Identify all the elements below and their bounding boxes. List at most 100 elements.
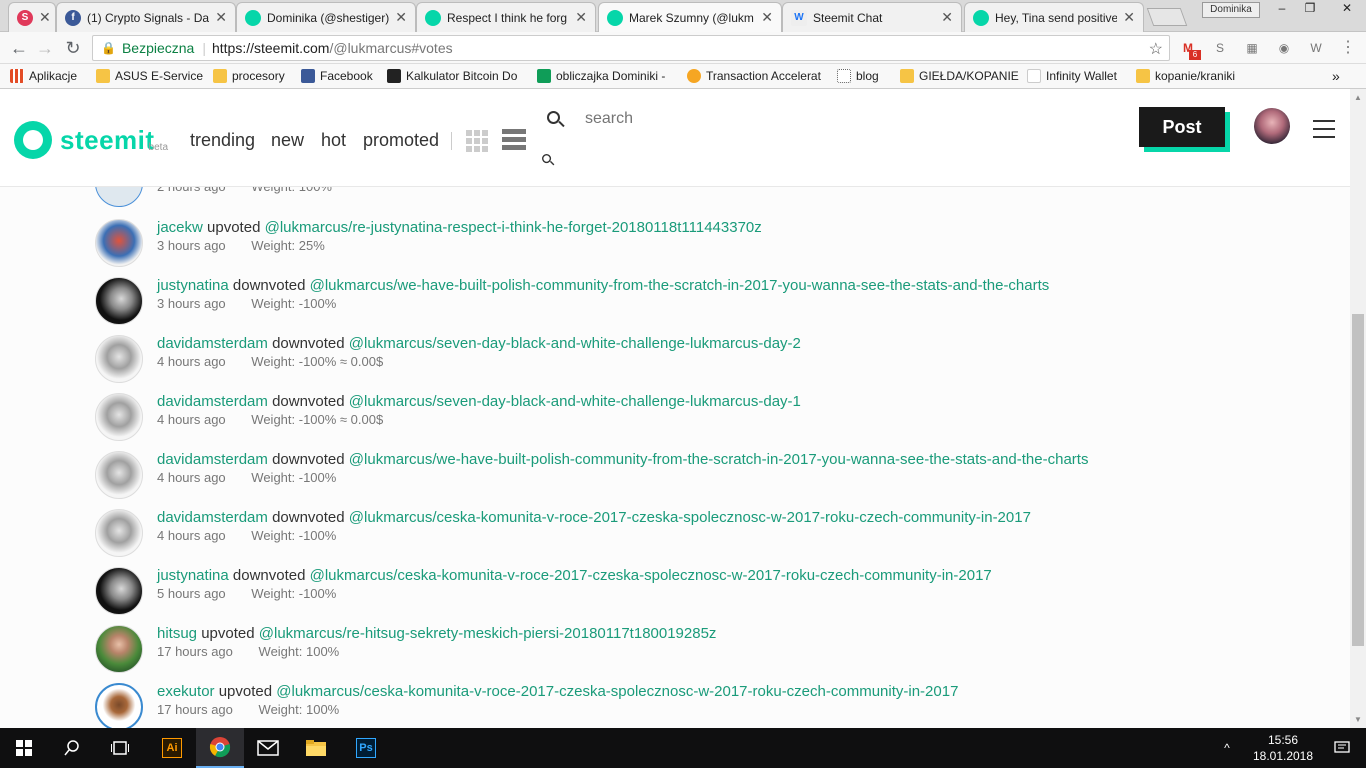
post-permlink[interactable]: @lukmarcus/we-have-built-polish-communit…: [349, 451, 1089, 468]
scrollbar-thumb[interactable]: [1352, 314, 1364, 646]
search-small-icon[interactable]: [542, 154, 556, 168]
steemit-logo[interactable]: steemit beta: [14, 121, 168, 159]
close-icon[interactable]: ✕: [761, 9, 773, 26]
back-icon[interactable]: ←: [8, 37, 30, 59]
apps-grid-icon: [10, 69, 24, 83]
tray-chevron-up-icon[interactable]: ^: [1212, 728, 1242, 768]
close-icon[interactable]: ✕: [395, 9, 407, 26]
bookmark-apps[interactable]: Aplikacje: [10, 68, 77, 84]
close-icon[interactable]: ✕: [941, 9, 953, 26]
reload-icon[interactable]: ↻: [62, 37, 84, 59]
voter-username[interactable]: exekutor: [157, 683, 215, 700]
post-permlink[interactable]: @lukmarcus/we-have-built-polish-communit…: [310, 277, 1050, 294]
bookmark-kopanie[interactable]: kopanie/kraniki: [1136, 68, 1235, 84]
voter-avatar[interactable]: [95, 567, 143, 615]
voter-username[interactable]: justynatina: [157, 277, 229, 294]
bookmark-infinity-wallet[interactable]: Infinity Wallet: [1027, 68, 1117, 84]
windows-start-icon[interactable]: [0, 728, 48, 768]
post-permlink[interactable]: @lukmarcus/ceska-komunita-v-roce-2017-cz…: [310, 567, 992, 584]
tab-steemit-chat[interactable]: W Steemit Chat ✕: [782, 2, 962, 32]
restore-icon[interactable]: ❐: [1296, 0, 1324, 18]
illustrator-icon[interactable]: Ai: [148, 728, 196, 768]
tab-dominika[interactable]: Dominika (@shestiger) ✕: [236, 2, 416, 32]
nav-hot[interactable]: hot: [321, 130, 346, 151]
chrome-icon[interactable]: [196, 728, 244, 768]
post-permlink[interactable]: @lukmarcus/ceska-komunita-v-roce-2017-cz…: [276, 683, 958, 700]
file-explorer-icon[interactable]: [292, 728, 340, 768]
voter-avatar[interactable]: [95, 277, 143, 325]
voter-username[interactable]: davidamsterdam: [157, 335, 268, 352]
forward-icon[interactable]: →: [34, 37, 56, 59]
voter-avatar[interactable]: [95, 393, 143, 441]
post-permlink[interactable]: @lukmarcus/ceska-komunita-v-roce-2017-cz…: [349, 509, 1031, 526]
voter-avatar[interactable]: [95, 509, 143, 557]
bookmark-gielda[interactable]: GIEŁDA/KOPANIE: [900, 68, 1019, 84]
tab-respect[interactable]: Respect I think he forg ✕: [416, 2, 596, 32]
photoshop-icon[interactable]: Ps: [342, 728, 390, 768]
voter-username[interactable]: davidamsterdam: [157, 451, 268, 468]
mail-icon[interactable]: [244, 728, 292, 768]
nav-new[interactable]: new: [271, 130, 304, 151]
search-icon[interactable]: [547, 111, 567, 131]
taskbar-clock[interactable]: 15:56 18.01.2018: [1248, 732, 1318, 764]
vote-action: downvoted: [232, 567, 306, 584]
close-icon[interactable]: ✕: [215, 9, 227, 26]
bookmark-kalkulator[interactable]: Kalkulator Bitcoin Do: [387, 68, 517, 84]
task-view-icon[interactable]: [96, 728, 144, 768]
search-input[interactable]: [585, 107, 885, 131]
voter-username[interactable]: davidamsterdam: [157, 509, 268, 526]
grid-view-icon[interactable]: [466, 130, 488, 152]
post-permlink[interactable]: @lukmarcus/seven-day-black-and-white-cha…: [349, 393, 801, 410]
bookmarks-overflow-icon[interactable]: »: [1332, 68, 1340, 84]
minimize-icon[interactable]: –: [1268, 0, 1296, 18]
bookmark-transaction-accelerator[interactable]: Transaction Accelerat: [687, 68, 821, 84]
post-permlink[interactable]: @lukmarcus/seven-day-black-and-white-cha…: [349, 335, 801, 352]
close-icon[interactable]: ✕: [39, 9, 51, 26]
bookmark-procesory[interactable]: procesory: [213, 68, 285, 84]
scroll-up-icon[interactable]: ▲: [1354, 93, 1362, 102]
tab-marek-szumny[interactable]: Marek Szumny (@lukm ✕: [598, 2, 782, 32]
wordpress-icon[interactable]: W: [1308, 40, 1324, 56]
close-icon[interactable]: ✕: [575, 9, 587, 26]
notifications-icon[interactable]: [1318, 728, 1366, 768]
scroll-down-icon[interactable]: ▼: [1354, 715, 1362, 724]
address-bar[interactable]: 🔒 Bezpieczna | https://steemit.com /@luk…: [92, 35, 1170, 61]
nav-trending[interactable]: trending: [190, 130, 255, 151]
voter-avatar[interactable]: [95, 219, 143, 267]
nav-promoted[interactable]: promoted: [363, 130, 439, 151]
skype-icon[interactable]: S: [1212, 40, 1228, 56]
list-view-icon[interactable]: [502, 129, 526, 151]
bookmark-obliczajka[interactable]: obliczajka Dominiki -: [537, 68, 665, 84]
hamburger-menu-icon[interactable]: [1313, 120, 1335, 138]
tab-pinned[interactable]: S ✕: [8, 2, 56, 32]
post-button[interactable]: Post: [1139, 107, 1225, 147]
voter-avatar[interactable]: [95, 683, 143, 728]
bookmark-star-icon[interactable]: ☆: [1149, 39, 1163, 59]
post-permlink[interactable]: @lukmarcus/re-justynatina-respect-i-thin…: [265, 219, 762, 236]
voter-username[interactable]: davidamsterdam: [157, 393, 268, 410]
tab-crypto-signals[interactable]: f (1) Crypto Signals - Da ✕: [56, 2, 236, 32]
profile-button[interactable]: Dominika: [1202, 2, 1260, 18]
voter-username[interactable]: hitsug: [157, 625, 197, 642]
vote-time: 4 hours ago: [157, 412, 226, 427]
close-icon[interactable]: ✕: [1123, 9, 1135, 26]
bookmark-facebook[interactable]: Facebook: [301, 68, 373, 84]
search-icon[interactable]: [48, 728, 96, 768]
window-close-icon[interactable]: ✕: [1328, 0, 1366, 18]
voter-username[interactable]: justynatina: [157, 567, 229, 584]
voter-username[interactable]: jacekw: [157, 219, 203, 236]
bookmark-blog[interactable]: blog: [837, 68, 879, 84]
qr-icon[interactable]: ▦: [1244, 40, 1260, 56]
vote-row: davidamsterdam downvoted @lukmarcus/seve…: [95, 335, 1295, 393]
extension-icon[interactable]: ◉: [1276, 40, 1292, 56]
new-tab-button[interactable]: [1146, 8, 1188, 26]
menu-kebab-icon[interactable]: ⋮: [1340, 40, 1356, 56]
post-permlink[interactable]: @lukmarcus/re-hitsug-sekrety-meskich-pie…: [259, 625, 717, 642]
bookmark-asus[interactable]: ASUS E-Service: [96, 68, 203, 84]
voter-avatar[interactable]: [95, 335, 143, 383]
voter-avatar[interactable]: [95, 451, 143, 499]
voter-avatar[interactable]: [95, 625, 143, 673]
user-avatar[interactable]: [1254, 108, 1290, 144]
page-scrollbar[interactable]: ▲ ▼: [1350, 89, 1366, 728]
tab-hey-tina[interactable]: Hey, Tina send positive ✕: [964, 2, 1144, 32]
